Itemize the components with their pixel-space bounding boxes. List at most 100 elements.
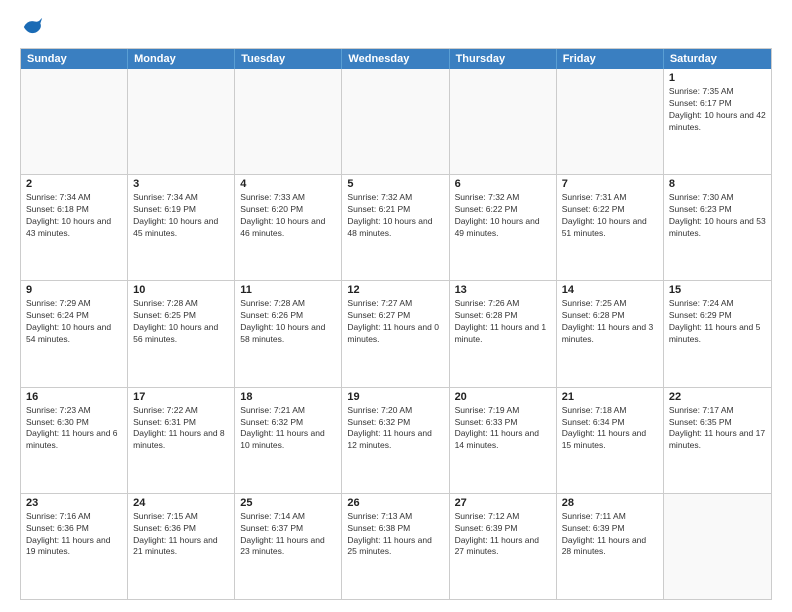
cell-info: Sunrise: 7:31 AM Sunset: 6:22 PM Dayligh… — [562, 192, 658, 240]
calendar-cell: 23 Sunrise: 7:16 AM Sunset: 6:36 PM Dayli… — [21, 494, 128, 599]
cell-info: Sunrise: 7:27 AM Sunset: 6:27 PM Dayligh… — [347, 298, 443, 346]
calendar-cell: 13 Sunrise: 7:26 AM Sunset: 6:28 PM Dayli… — [450, 281, 557, 386]
calendar-cell: 9 Sunrise: 7:29 AM Sunset: 6:24 PM Daylig… — [21, 281, 128, 386]
day-number: 6 — [455, 178, 551, 190]
cell-info: Sunrise: 7:28 AM Sunset: 6:26 PM Dayligh… — [240, 298, 336, 346]
calendar-cell: 17Sunrise: 7:22 AM Sunset: 6:31 PM Dayli… — [128, 388, 235, 493]
cell-info: Sunrise: 7:29 AM Sunset: 6:24 PM Dayligh… — [26, 298, 122, 346]
day-number: 18 — [240, 391, 336, 403]
calendar: SundayMondayTuesdayWednesdayThursdayFrid… — [20, 48, 772, 600]
day-number: 15 — [669, 284, 766, 296]
cell-info: Sunrise: 7:21 AM Sunset: 6:32 PM Dayligh… — [240, 405, 336, 453]
logo-icon — [22, 16, 44, 38]
day-number: 19 — [347, 391, 443, 403]
day-number: 1 — [669, 72, 766, 84]
day-number: 21 — [562, 391, 658, 403]
day-number: 28 — [562, 497, 658, 509]
day-number: 10 — [133, 284, 229, 296]
cell-info: Sunrise: 7:15 AM Sunset: 6:36 PM Dayligh… — [133, 511, 229, 559]
day-number: 11 — [240, 284, 336, 296]
calendar-row-0: 1Sunrise: 7:35 AM Sunset: 6:17 PM Daylig… — [21, 69, 771, 174]
cell-info: Sunrise: 7:12 AM Sunset: 6:39 PM Dayligh… — [455, 511, 551, 559]
cell-info: Sunrise: 7:28 AM Sunset: 6:25 PM Dayligh… — [133, 298, 229, 346]
day-number: 3 — [133, 178, 229, 190]
cell-info: Sunrise: 7:30 AM Sunset: 6:23 PM Dayligh… — [669, 192, 766, 240]
calendar-cell: 7 Sunrise: 7:31 AM Sunset: 6:22 PM Daylig… — [557, 175, 664, 280]
day-number: 13 — [455, 284, 551, 296]
calendar-cell: 4Sunrise: 7:33 AM Sunset: 6:20 PM Daylig… — [235, 175, 342, 280]
cell-info: Sunrise: 7:14 AM Sunset: 6:37 PM Dayligh… — [240, 511, 336, 559]
cell-info: Sunrise: 7:24 AM Sunset: 6:29 PM Dayligh… — [669, 298, 766, 346]
page: SundayMondayTuesdayWednesdayThursdayFrid… — [0, 0, 792, 612]
cell-info: Sunrise: 7:23 AM Sunset: 6:30 PM Dayligh… — [26, 405, 122, 453]
calendar-cell: 25 Sunrise: 7:14 AM Sunset: 6:37 PM Dayli… — [235, 494, 342, 599]
cell-info: Sunrise: 7:34 AM Sunset: 6:18 PM Dayligh… — [26, 192, 122, 240]
calendar-cell: 21 Sunrise: 7:18 AM Sunset: 6:34 PM Dayli… — [557, 388, 664, 493]
header-day-monday: Monday — [128, 49, 235, 69]
header-day-friday: Friday — [557, 49, 664, 69]
calendar-cell: 12 Sunrise: 7:27 AM Sunset: 6:27 PM Dayli… — [342, 281, 449, 386]
day-number: 24 — [133, 497, 229, 509]
header-day-wednesday: Wednesday — [342, 49, 449, 69]
calendar-cell: 10 Sunrise: 7:28 AM Sunset: 6:25 PM Dayli… — [128, 281, 235, 386]
day-number: 20 — [455, 391, 551, 403]
calendar-cell — [21, 69, 128, 174]
day-number: 27 — [455, 497, 551, 509]
calendar-cell: 1Sunrise: 7:35 AM Sunset: 6:17 PM Daylig… — [664, 69, 771, 174]
day-number: 12 — [347, 284, 443, 296]
cell-info: Sunrise: 7:33 AM Sunset: 6:20 PM Dayligh… — [240, 192, 336, 240]
calendar-cell: 15 Sunrise: 7:24 AM Sunset: 6:29 PM Dayli… — [664, 281, 771, 386]
logo — [20, 16, 44, 38]
day-number: 2 — [26, 178, 122, 190]
calendar-cell: 16Sunrise: 7:23 AM Sunset: 6:30 PM Dayli… — [21, 388, 128, 493]
day-number: 7 — [562, 178, 658, 190]
cell-info: Sunrise: 7:20 AM Sunset: 6:32 PM Dayligh… — [347, 405, 443, 453]
cell-info: Sunrise: 7:13 AM Sunset: 6:38 PM Dayligh… — [347, 511, 443, 559]
day-number: 17 — [133, 391, 229, 403]
calendar-cell: 28 Sunrise: 7:11 AM Sunset: 6:39 PM Dayli… — [557, 494, 664, 599]
calendar-cell — [664, 494, 771, 599]
day-number: 22 — [669, 391, 766, 403]
calendar-cell: 26 Sunrise: 7:13 AM Sunset: 6:38 PM Dayli… — [342, 494, 449, 599]
calendar-cell: 11 Sunrise: 7:28 AM Sunset: 6:26 PM Dayli… — [235, 281, 342, 386]
calendar-cell — [342, 69, 449, 174]
calendar-cell: 3 Sunrise: 7:34 AM Sunset: 6:19 PM Daylig… — [128, 175, 235, 280]
header-day-sunday: Sunday — [21, 49, 128, 69]
cell-info: Sunrise: 7:32 AM Sunset: 6:22 PM Dayligh… — [455, 192, 551, 240]
calendar-cell — [128, 69, 235, 174]
calendar-row-1: 2 Sunrise: 7:34 AM Sunset: 6:18 PM Daylig… — [21, 174, 771, 280]
day-number: 25 — [240, 497, 336, 509]
cell-info: Sunrise: 7:32 AM Sunset: 6:21 PM Dayligh… — [347, 192, 443, 240]
day-number: 26 — [347, 497, 443, 509]
calendar-cell — [235, 69, 342, 174]
calendar-row-3: 16Sunrise: 7:23 AM Sunset: 6:30 PM Dayli… — [21, 387, 771, 493]
calendar-cell: 5Sunrise: 7:32 AM Sunset: 6:21 PM Daylig… — [342, 175, 449, 280]
cell-info: Sunrise: 7:25 AM Sunset: 6:28 PM Dayligh… — [562, 298, 658, 346]
calendar-header: SundayMondayTuesdayWednesdayThursdayFrid… — [21, 49, 771, 69]
header-day-saturday: Saturday — [664, 49, 771, 69]
cell-info: Sunrise: 7:34 AM Sunset: 6:19 PM Dayligh… — [133, 192, 229, 240]
calendar-cell: 6 Sunrise: 7:32 AM Sunset: 6:22 PM Daylig… — [450, 175, 557, 280]
calendar-cell: 8 Sunrise: 7:30 AM Sunset: 6:23 PM Daylig… — [664, 175, 771, 280]
header-day-tuesday: Tuesday — [235, 49, 342, 69]
header — [20, 16, 772, 38]
cell-info: Sunrise: 7:16 AM Sunset: 6:36 PM Dayligh… — [26, 511, 122, 559]
calendar-row-2: 9 Sunrise: 7:29 AM Sunset: 6:24 PM Daylig… — [21, 280, 771, 386]
calendar-cell — [450, 69, 557, 174]
day-number: 8 — [669, 178, 766, 190]
calendar-cell: 22 Sunrise: 7:17 AM Sunset: 6:35 PM Dayli… — [664, 388, 771, 493]
calendar-cell: 20Sunrise: 7:19 AM Sunset: 6:33 PM Dayli… — [450, 388, 557, 493]
calendar-cell: 2 Sunrise: 7:34 AM Sunset: 6:18 PM Daylig… — [21, 175, 128, 280]
cell-info: Sunrise: 7:11 AM Sunset: 6:39 PM Dayligh… — [562, 511, 658, 559]
day-number: 9 — [26, 284, 122, 296]
cell-info: Sunrise: 7:18 AM Sunset: 6:34 PM Dayligh… — [562, 405, 658, 453]
cell-info: Sunrise: 7:26 AM Sunset: 6:28 PM Dayligh… — [455, 298, 551, 346]
cell-info: Sunrise: 7:17 AM Sunset: 6:35 PM Dayligh… — [669, 405, 766, 453]
calendar-cell: 27 Sunrise: 7:12 AM Sunset: 6:39 PM Dayli… — [450, 494, 557, 599]
calendar-row-4: 23 Sunrise: 7:16 AM Sunset: 6:36 PM Dayli… — [21, 493, 771, 599]
calendar-cell: 24 Sunrise: 7:15 AM Sunset: 6:36 PM Dayli… — [128, 494, 235, 599]
calendar-cell — [557, 69, 664, 174]
day-number: 14 — [562, 284, 658, 296]
calendar-cell: 18 Sunrise: 7:21 AM Sunset: 6:32 PM Dayli… — [235, 388, 342, 493]
day-number: 23 — [26, 497, 122, 509]
